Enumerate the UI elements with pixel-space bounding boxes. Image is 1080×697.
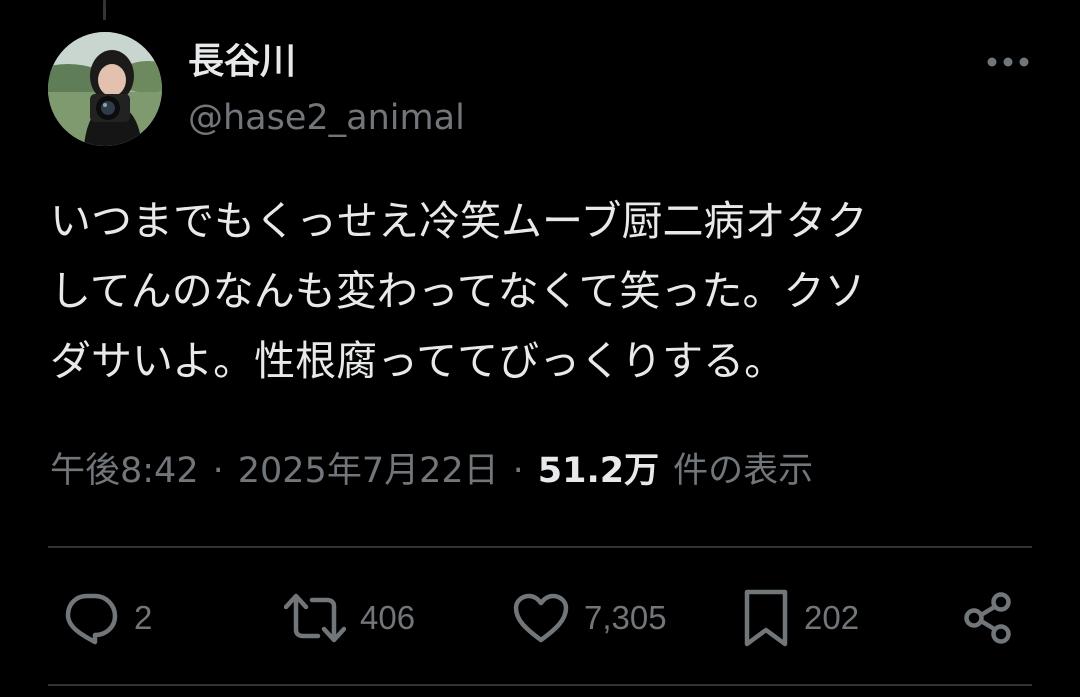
retweet-count: 406 (360, 599, 416, 636)
views-label: 件の表示 (673, 451, 814, 491)
share-icon (960, 590, 1016, 646)
retweet-button[interactable]: 406 (284, 578, 415, 658)
more-options-button[interactable] (980, 42, 1036, 82)
more-dots-icon (987, 57, 1029, 67)
tweet-metadata: 午後8:42 · 2025年7月22日 · 51.2万 件の表示 (50, 446, 813, 496)
tweet-date[interactable]: 2025年7月22日 (238, 446, 499, 496)
author-display-name[interactable]: 長谷川 (188, 40, 296, 84)
share-button[interactable] (960, 578, 1016, 658)
meta-separator: · (512, 451, 524, 491)
avatar[interactable] (48, 32, 162, 146)
avatar-photo-camera (48, 32, 162, 146)
author-handle[interactable]: @hase2_animal (188, 96, 465, 140)
like-count: 7,305 (584, 599, 667, 636)
reply-count: 2 (134, 599, 153, 636)
bookmark-button[interactable]: 202 (742, 578, 859, 658)
bookmark-count: 202 (804, 599, 860, 636)
meta-separator: · (212, 451, 224, 491)
action-bar: 2 406 7,305 202 (0, 578, 1080, 658)
divider (48, 684, 1032, 686)
reply-icon (62, 590, 120, 646)
divider (48, 546, 1032, 548)
tweet-text: いつまでもくっせえ冷笑ムーブ厨二病オタク してんのなんも変わってなくて笑った。ク… (50, 197, 868, 385)
heart-icon (512, 592, 570, 644)
tweet-time[interactable]: 午後8:42 (50, 446, 199, 496)
thread-connector-line (103, 0, 106, 20)
retweet-icon (284, 592, 346, 644)
views-count[interactable]: 51.2万 (538, 446, 659, 496)
reply-button[interactable]: 2 (62, 578, 152, 658)
bookmark-icon (742, 588, 790, 648)
like-button[interactable]: 7,305 (512, 578, 667, 658)
